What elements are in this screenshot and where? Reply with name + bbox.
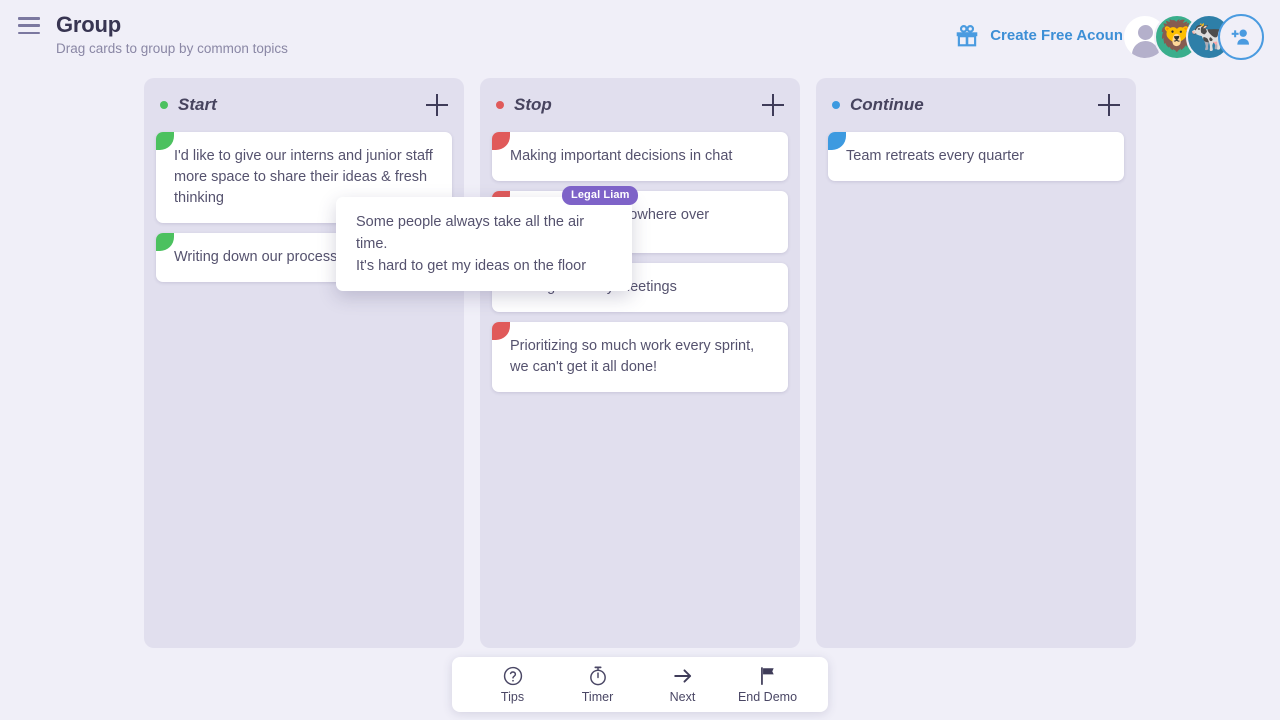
column-title-stop: Stop (514, 95, 552, 114)
timer-button[interactable]: Timer (563, 665, 633, 704)
card-corner-marker (156, 132, 174, 150)
card-text: Making important decisions in chat (510, 148, 733, 164)
app-root: Group Drag cards to group by common topi… (0, 0, 1280, 720)
header-title-block: Group Drag cards to group by common topi… (56, 12, 288, 57)
card[interactable]: Making important decisions in chat (492, 132, 788, 181)
card-author-badge: Legal Liam (562, 186, 639, 205)
avatar-silhouette-head (1137, 25, 1153, 40)
question-circle-icon (502, 665, 524, 687)
dragged-card[interactable]: Some people always take all the air time… (336, 197, 632, 291)
add-card-button-stop[interactable] (762, 94, 784, 116)
add-card-button-start[interactable] (426, 94, 448, 116)
tips-label: Tips (500, 690, 525, 704)
next-button[interactable]: Next (648, 665, 718, 704)
card-corner-marker (492, 132, 510, 150)
hamburger-menu-icon[interactable] (18, 17, 40, 35)
add-card-button-continue[interactable] (1098, 94, 1120, 116)
card-corner-marker (156, 233, 174, 251)
column-status-dot-stop (496, 101, 504, 109)
avatar-group: 🦁 🐄 (1122, 14, 1264, 60)
next-label: Next (669, 690, 696, 704)
gift-icon (956, 25, 978, 47)
timer-label: Timer (581, 690, 614, 704)
column-status-dot-continue (832, 101, 840, 109)
end-demo-label: End Demo (737, 690, 798, 704)
column-stop: Stop Making important decisions in chat … (480, 78, 800, 648)
add-user-button[interactable] (1218, 14, 1264, 60)
flag-icon (757, 665, 779, 687)
add-user-icon (1231, 29, 1250, 45)
card-text: Prioritizing so much work every sprint, … (510, 338, 755, 375)
arrow-right-icon (671, 665, 695, 687)
card-corner-marker (492, 322, 510, 340)
column-title-continue: Continue (850, 95, 924, 114)
create-free-account-button[interactable]: Create Free Acount (954, 22, 1128, 48)
page-subtitle: Drag cards to group by common topics (56, 41, 288, 56)
page-title: Group (56, 12, 121, 37)
create-free-account-label: Create Free Acount (990, 26, 1128, 44)
column-status-dot-start (160, 101, 168, 109)
card-text: Team retreats every quarter (846, 148, 1025, 164)
column-continue: Continue Team retreats every quarter (816, 78, 1136, 648)
column-header-stop: Stop (492, 90, 788, 120)
card[interactable]: Prioritizing so much work every sprint, … (492, 322, 788, 392)
column-header-start: Start (156, 90, 452, 120)
column-header-continue: Continue (828, 90, 1124, 120)
bottom-toolbar: Tips Timer Next End Demo (452, 657, 828, 712)
app-header: Group Drag cards to group by common topi… (0, 0, 1280, 76)
end-demo-button[interactable]: End Demo (733, 665, 803, 704)
dragged-card-text: Some people always take all the air time… (356, 214, 587, 274)
card[interactable]: Team retreats every quarter (828, 132, 1124, 181)
board: Start I'd like to give our interns and j… (0, 78, 1280, 648)
card-corner-marker (828, 132, 846, 150)
column-title-start: Start (178, 95, 217, 114)
stopwatch-icon (587, 665, 609, 687)
tips-button[interactable]: Tips (478, 665, 548, 704)
column-start: Start I'd like to give our interns and j… (144, 78, 464, 648)
